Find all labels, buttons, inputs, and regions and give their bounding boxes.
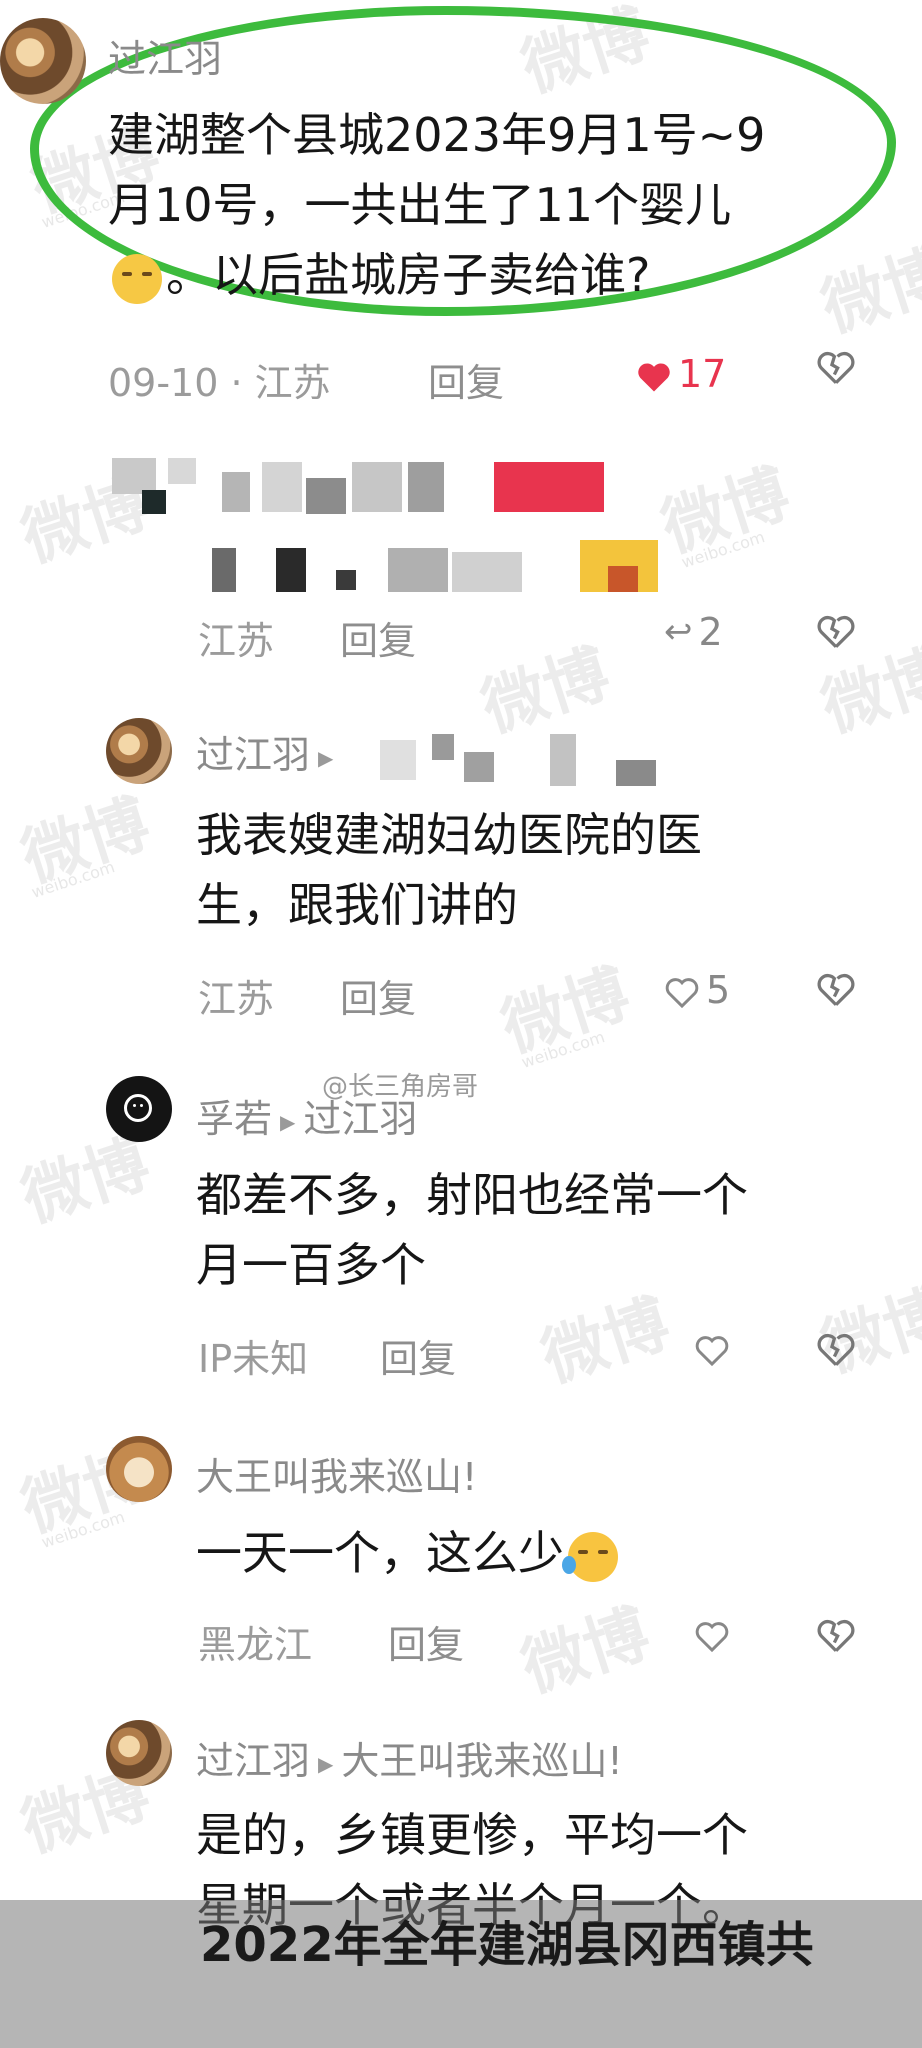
watermark: 微博 bbox=[813, 1276, 922, 1387]
reply-arrow-icon: ↩ bbox=[664, 612, 693, 652]
comment-author[interactable]: 过江羽 ▶ bbox=[196, 724, 341, 779]
dislike-icon[interactable] bbox=[816, 1332, 856, 1368]
reply-button[interactable]: 回复 bbox=[380, 1328, 456, 1383]
like-button[interactable]: 17 bbox=[636, 352, 726, 396]
comment-location: 江苏 bbox=[198, 977, 275, 1021]
dislike-icon[interactable] bbox=[816, 350, 856, 386]
comment-text: 我表嫂建湖妇幼医院的医 生，跟我们讲的 bbox=[196, 808, 702, 932]
comment-author[interactable]: 过江羽 ▶ 大王叫我来巡山! bbox=[196, 1730, 623, 1785]
caption-text: 2022年全年建湖县冈西镇共 bbox=[200, 1917, 814, 1973]
sleepy-emoji-icon bbox=[112, 253, 162, 304]
dislike-icon[interactable] bbox=[816, 1618, 856, 1654]
comment-meta: 09-10 · 江苏 bbox=[108, 361, 331, 405]
heart-icon bbox=[664, 974, 700, 1009]
avatar[interactable] bbox=[106, 1076, 172, 1142]
avatar[interactable] bbox=[106, 1720, 172, 1786]
reply-button[interactable]: 回复 bbox=[428, 352, 504, 407]
heart-filled-icon bbox=[636, 358, 672, 392]
comment-text: 一天一个，这么少 bbox=[196, 1518, 622, 1588]
comment-location: 黑龙江 bbox=[198, 1623, 313, 1667]
avatar[interactable] bbox=[106, 718, 172, 784]
dislike-icon[interactable] bbox=[816, 972, 856, 1008]
comment-text: 建湖整个县城2023年9月1号~9 月10号，一共出生了11个婴儿 。以后盐城房… bbox=[108, 108, 766, 304]
comment-author[interactable]: 孚若 ▶ 过江羽 bbox=[196, 1088, 417, 1143]
like-button[interactable]: 5 bbox=[664, 968, 730, 1012]
heart-icon bbox=[694, 1332, 730, 1367]
replies-count[interactable]: ↩ 2 bbox=[664, 610, 723, 654]
watermark: 微博 bbox=[473, 636, 619, 747]
heart-icon bbox=[694, 1618, 730, 1653]
dislike-icon[interactable] bbox=[816, 614, 856, 650]
sad-face-icon bbox=[124, 1094, 152, 1122]
reply-arrow-icon: ▶ bbox=[280, 1109, 296, 1134]
avatar[interactable] bbox=[0, 18, 86, 104]
reply-arrow-icon: ▶ bbox=[318, 1751, 334, 1776]
reply-button[interactable]: 回复 bbox=[340, 968, 416, 1023]
comment-location: 江苏 bbox=[198, 619, 275, 663]
comment-text: 都差不多，射阳也经常一个 月一百多个 bbox=[196, 1168, 748, 1292]
reply-button[interactable]: 回复 bbox=[340, 610, 416, 665]
comment-author[interactable]: 大王叫我来巡山! bbox=[196, 1446, 477, 1501]
reply-arrow-icon: ▶ bbox=[318, 745, 334, 770]
comment-author[interactable]: 过江羽 bbox=[108, 28, 222, 83]
reply-button[interactable]: 回复 bbox=[388, 1614, 464, 1669]
like-button[interactable] bbox=[694, 1332, 730, 1367]
avatar[interactable] bbox=[106, 1436, 172, 1502]
comment-location: IP未知 bbox=[198, 1337, 309, 1381]
watermark: 微博 bbox=[513, 1596, 659, 1707]
like-button[interactable] bbox=[694, 1618, 730, 1653]
watermark: 微博 bbox=[813, 236, 922, 347]
laughing-emoji-icon bbox=[562, 1531, 618, 1582]
